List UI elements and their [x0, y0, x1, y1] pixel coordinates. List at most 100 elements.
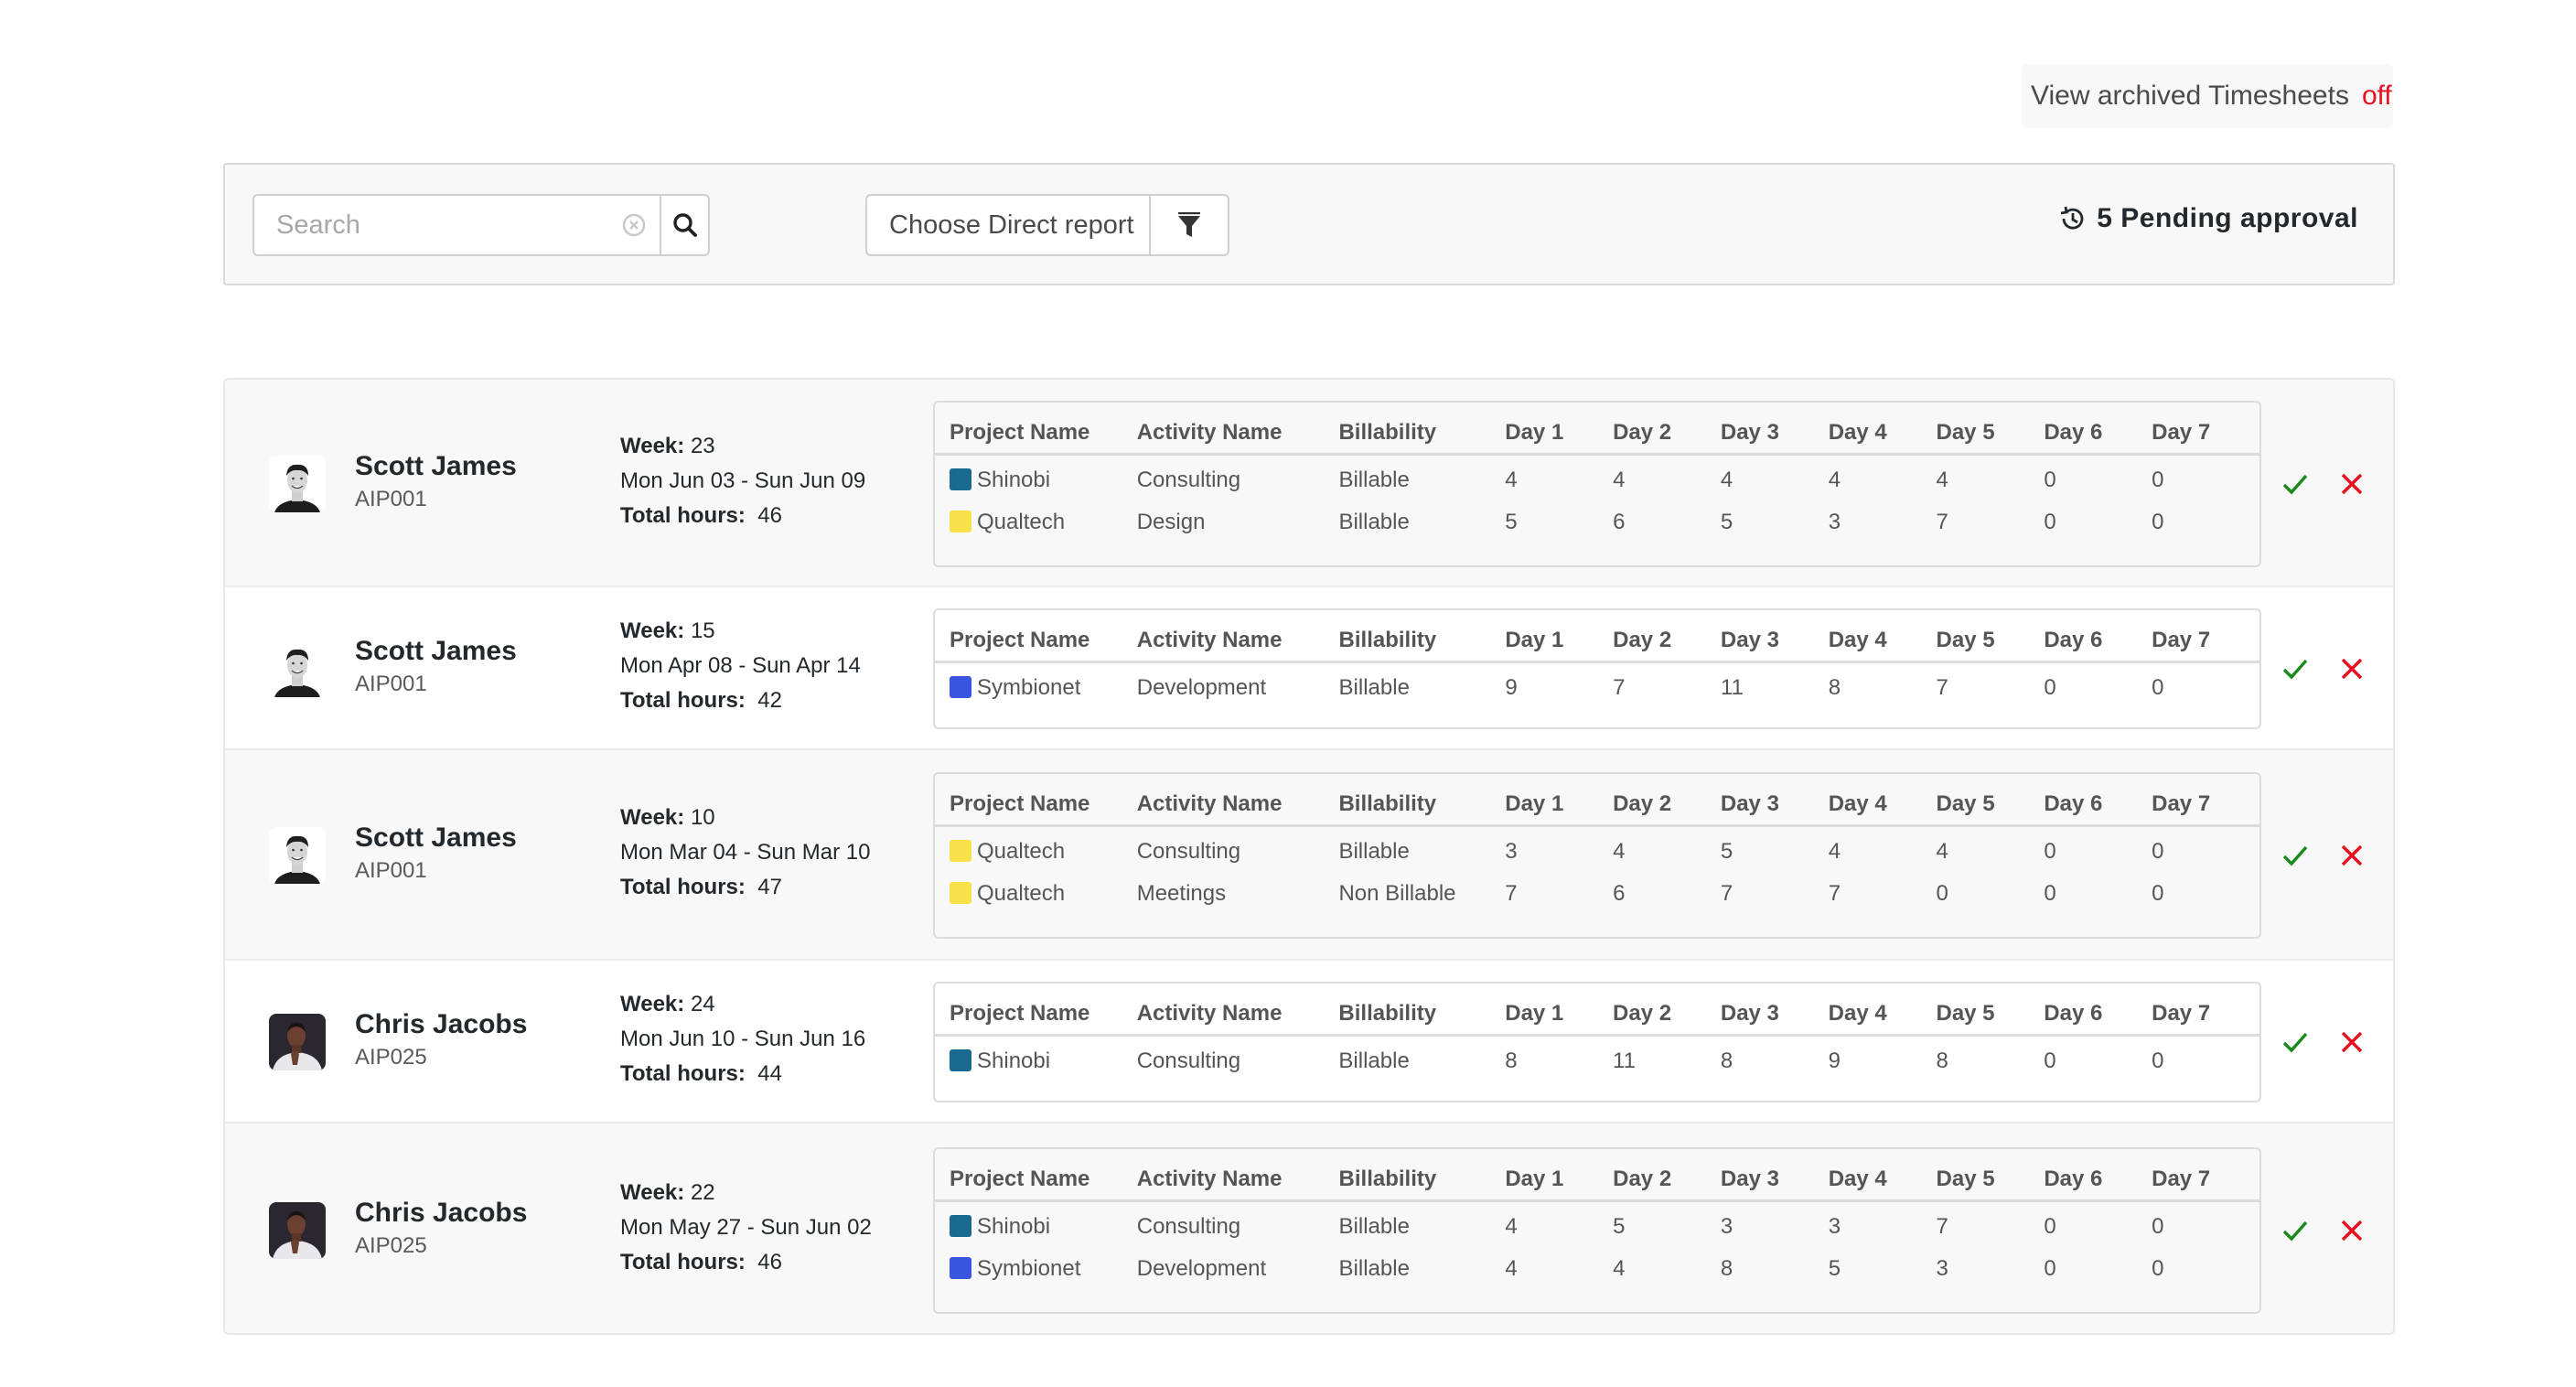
- clear-search-icon[interactable]: [621, 196, 647, 254]
- day-5-hours: 4: [1936, 838, 1948, 864]
- day-3-hours: 3: [1720, 1213, 1733, 1239]
- day-2-hours: 6: [1613, 881, 1626, 906]
- billability-cell: Billable: [1338, 467, 1410, 492]
- employee-code: AIP001: [355, 487, 427, 511]
- column-header: Day 7: [2152, 774, 2259, 827]
- week-number: 10: [690, 805, 715, 830]
- activity-cell: Consulting: [1136, 1048, 1241, 1073]
- project-name: Qualtech: [977, 510, 1066, 534]
- project-color-swatch: [950, 511, 971, 532]
- column-header: Day 1: [1505, 774, 1614, 827]
- reject-button[interactable]: [2340, 657, 2364, 681]
- column-header: Day 2: [1613, 610, 1721, 663]
- column-header: Day 4: [1828, 774, 1937, 827]
- table-row: Qualtech Design Billable 5 6 5 3 7 0 0: [935, 500, 2259, 545]
- column-header: Billability: [1338, 610, 1506, 663]
- reject-button[interactable]: [2340, 1219, 2364, 1242]
- project-cell: Shinobi: [935, 1200, 1137, 1246]
- project-name: Shinobi: [977, 1213, 1051, 1239]
- week-range: Mon Mar 04 - Sun Mar 10: [620, 840, 871, 865]
- day-2-hours: 6: [1613, 510, 1626, 534]
- view-archived-toggle[interactable]: View archived Timesheets off: [2022, 64, 2393, 128]
- day-4-hours: 3: [1828, 510, 1841, 534]
- day-1-hours: 4: [1505, 1256, 1518, 1281]
- billability-cell: Non Billable: [1338, 881, 1456, 906]
- week-number: 23: [690, 434, 715, 458]
- reject-button[interactable]: [2340, 472, 2364, 496]
- column-header: Day 2: [1613, 1149, 1721, 1202]
- week-info: Week: 24 Mon Jun 10 - Sun Jun 16 Total h…: [620, 987, 865, 1091]
- column-header: Day 5: [1936, 403, 2045, 456]
- column-header: Day 4: [1828, 984, 1937, 1037]
- direct-report-select[interactable]: Choose Direct report: [867, 196, 1149, 254]
- column-header: Day 2: [1613, 984, 1721, 1037]
- day-5-hours: 8: [1936, 1048, 1948, 1073]
- close-icon: [2341, 1031, 2363, 1053]
- day-5-hours: 0: [1936, 881, 1948, 906]
- employee-name: Scott James: [355, 451, 517, 481]
- column-header: Billability: [1338, 1149, 1506, 1202]
- table-header-row: Project Name Activity Name Billability Day …: [935, 610, 2259, 663]
- approve-button[interactable]: [2281, 472, 2309, 496]
- activity-cell: Development: [1136, 1256, 1267, 1281]
- search-input[interactable]: [254, 196, 621, 254]
- project-cell: Symbionet: [935, 1246, 1137, 1292]
- filter-button[interactable]: [1149, 196, 1228, 254]
- reject-button[interactable]: [2340, 844, 2364, 867]
- day-5-hours: 4: [1936, 467, 1948, 492]
- week-info: Week: 23 Mon Jun 03 - Sun Jun 09 Total h…: [620, 429, 865, 533]
- day-7-hours: 0: [2152, 674, 2164, 700]
- day-4-hours: 8: [1828, 674, 1841, 700]
- column-header: Day 1: [1505, 403, 1614, 456]
- approve-button[interactable]: [2281, 1030, 2309, 1054]
- billability-cell: Billable: [1338, 1213, 1410, 1239]
- table-row: Shinobi Consulting Billable 4 4 4 4 4 0 0: [935, 454, 2259, 500]
- total-hours-value: 46: [757, 503, 782, 528]
- column-header: Day 3: [1720, 774, 1829, 827]
- week-label: Week:: [620, 434, 685, 458]
- day-1-hours: 7: [1505, 881, 1518, 906]
- project-name: Symbionet: [977, 1256, 1081, 1281]
- column-header: Activity Name: [1136, 774, 1339, 827]
- total-hours-value: 42: [757, 688, 782, 713]
- column-header: Day 1: [1505, 610, 1614, 663]
- avatar: [269, 640, 326, 697]
- timesheet-entry-2: Scott James AIP001 Week: 15 Mon Apr 08 -…: [225, 587, 2393, 750]
- approve-button[interactable]: [2281, 1219, 2309, 1242]
- table-row: Shinobi Consulting Billable 8 11 8 9 8 0 0: [935, 1035, 2259, 1081]
- day-2-hours: 4: [1613, 1256, 1626, 1281]
- check-icon: [2282, 659, 2308, 680]
- column-header: Day 3: [1720, 610, 1829, 663]
- total-hours-label: Total hours:: [620, 1061, 746, 1086]
- day-4-hours: 5: [1828, 1256, 1841, 1281]
- reject-button[interactable]: [2340, 1030, 2364, 1054]
- day-2-hours: 7: [1613, 674, 1626, 700]
- day-1-hours: 4: [1505, 467, 1518, 492]
- day-5-hours: 3: [1936, 1256, 1948, 1281]
- activity-cell: Meetings: [1136, 881, 1227, 906]
- approve-button[interactable]: [2281, 844, 2309, 867]
- column-header: Day 6: [2044, 403, 2152, 456]
- week-label: Week:: [620, 618, 685, 643]
- week-range: Mon Apr 08 - Sun Apr 14: [620, 653, 861, 678]
- week-range: Mon May 27 - Sun Jun 02: [620, 1215, 872, 1240]
- employee-code: AIP025: [355, 1233, 427, 1258]
- column-header: Project Name: [935, 610, 1137, 663]
- project-cell: Qualtech: [935, 825, 1137, 871]
- day-6-hours: 0: [2044, 881, 2056, 906]
- column-header: Billability: [1338, 984, 1506, 1037]
- search-button[interactable]: [660, 196, 708, 254]
- column-header: Billability: [1338, 774, 1506, 827]
- check-icon: [2282, 474, 2308, 495]
- employee-code: AIP001: [355, 672, 427, 696]
- column-header: Project Name: [935, 774, 1137, 827]
- total-hours-label: Total hours:: [620, 503, 746, 528]
- filter-bar: Choose Direct report 5 Pending approval: [223, 163, 2395, 285]
- avatar: [269, 1014, 326, 1070]
- approve-button[interactable]: [2281, 657, 2309, 681]
- day-6-hours: 0: [2044, 510, 2056, 534]
- table-header-row: Project Name Activity Name Billability Day …: [935, 403, 2259, 456]
- approval-actions: [2281, 1030, 2364, 1054]
- employee-info: Scott James AIP001: [355, 821, 517, 887]
- week-label: Week:: [620, 1180, 685, 1205]
